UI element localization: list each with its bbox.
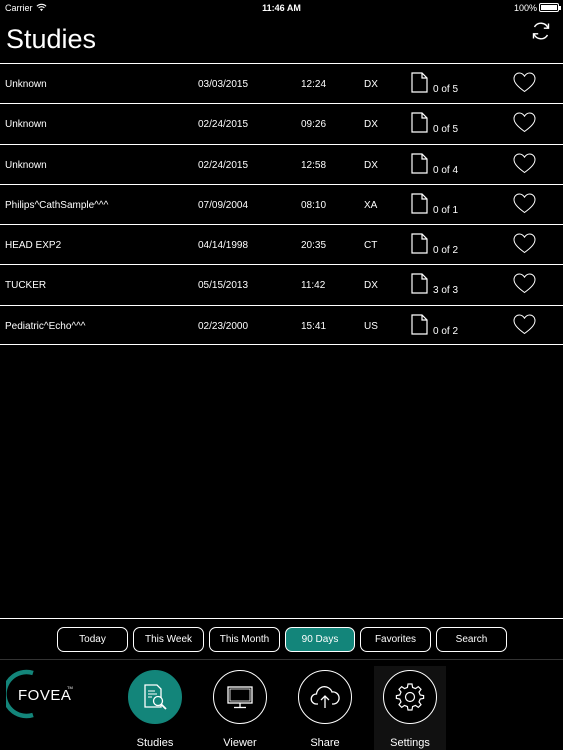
gear-icon (395, 683, 425, 711)
patient-name: Pediatric^Echo^^^ (5, 320, 86, 332)
logo-trademark: TM (67, 685, 73, 690)
tab-studies[interactable]: Studies (119, 666, 191, 750)
document-icon (411, 273, 428, 295)
document-icon (411, 152, 428, 174)
tab-share[interactable]: Share (289, 666, 361, 750)
refresh-icon[interactable] (529, 19, 553, 43)
fovea-logo: FOVEA TM (6, 669, 73, 719)
study-row[interactable]: TUCKER 05/15/2013 11:42 DX 3 of 3 (0, 264, 563, 304)
study-list: Unknown 03/03/2015 12:24 DX 0 of 5 Unkno… (0, 63, 563, 346)
status-time: 11:46 AM (262, 3, 301, 13)
tab-viewer[interactable]: Viewer (204, 666, 276, 750)
study-time: 12:58 (301, 159, 327, 171)
page-title: Studies (6, 24, 97, 54)
study-modality: US (364, 320, 378, 332)
study-modality: DX (364, 159, 378, 171)
viewer-tab-circle (213, 670, 267, 724)
filter-this-month-button[interactable]: This Month (209, 627, 280, 652)
logo-text: FOVEA (18, 687, 71, 704)
document-icon (411, 193, 428, 214)
favorite-heart-icon[interactable] (513, 72, 536, 93)
favorite-heart-icon[interactable] (513, 233, 536, 254)
studies-search-icon (144, 684, 167, 710)
study-time: 15:41 (301, 320, 327, 332)
document-icon (411, 233, 428, 254)
study-modality: XA (364, 199, 378, 211)
patient-name: HEAD EXP2 (5, 240, 62, 252)
filter-favorites-button[interactable]: Favorites (360, 627, 431, 652)
tab-viewer-label: Viewer (223, 737, 257, 749)
favorite-heart-icon[interactable] (513, 112, 536, 133)
monitor-icon (227, 686, 253, 709)
study-date: 05/15/2013 (198, 280, 249, 292)
favorite-heart-icon[interactable] (513, 314, 536, 335)
study-time: 09:26 (301, 119, 327, 131)
study-row[interactable]: Pediatric^Echo^^^ 02/23/2000 15:41 US 0 … (0, 304, 563, 346)
study-date: 04/14/1998 (198, 240, 249, 252)
study-modality: DX (364, 280, 378, 292)
study-date: 03/03/2015 (198, 79, 249, 90)
tab-settings[interactable]: Settings (374, 666, 446, 750)
filter-search-button[interactable]: Search (436, 627, 507, 652)
patient-name: TUCKER (5, 280, 47, 292)
document-icon (411, 314, 428, 335)
study-row[interactable]: Philips^CathSample^^^ 07/09/2004 08:10 X… (0, 183, 563, 224)
tab-studies-label: Studies (136, 737, 174, 749)
study-date: 02/24/2015 (198, 119, 249, 131)
image-count: 0 of 5 (433, 84, 459, 95)
image-count: 0 of 2 (433, 245, 459, 257)
study-date: 07/09/2004 (198, 199, 249, 211)
battery-icon (539, 3, 561, 12)
status-bar: Carrier 11:46 AM 100% (0, 0, 563, 16)
patient-name: Unknown (5, 119, 47, 131)
study-modality: DX (364, 119, 378, 131)
settings-tab-circle (383, 670, 437, 724)
study-row[interactable]: HEAD EXP2 04/14/1998 20:35 CT 0 of 2 (0, 224, 563, 264)
study-modality: CT (364, 240, 378, 252)
image-count: 3 of 3 (433, 285, 459, 297)
patient-name: Philips^CathSample^^^ (5, 199, 109, 211)
share-tab-circle (298, 670, 352, 724)
patient-name: Unknown (5, 159, 47, 171)
cloud-upload-icon (310, 686, 340, 708)
study-time: 11:42 (301, 280, 326, 292)
document-icon (411, 72, 428, 93)
tab-settings-label: Settings (390, 737, 430, 749)
study-date: 02/24/2015 (198, 159, 249, 171)
study-time: 12:24 (301, 79, 327, 90)
study-time: 08:10 (301, 199, 327, 211)
filter-this-week-button[interactable]: This Week (133, 627, 204, 652)
favorite-heart-icon[interactable] (513, 153, 536, 174)
image-count: 0 of 1 (433, 204, 459, 216)
document-icon (411, 112, 428, 133)
filter-today-button[interactable]: Today (57, 627, 128, 652)
study-modality: DX (364, 79, 378, 90)
date-filter-bar: Today This Week This Month 90 Days Favor… (0, 618, 563, 660)
favorite-heart-icon[interactable] (513, 273, 536, 294)
study-row[interactable]: Unknown 03/03/2015 12:24 DX 0 of 5 (0, 63, 563, 103)
patient-name: Unknown (5, 79, 47, 90)
image-count: 0 of 5 (433, 124, 459, 136)
image-count: 0 of 2 (433, 325, 459, 337)
battery-percent: 100% (513, 3, 537, 13)
study-row[interactable]: Unknown 02/24/2015 09:26 DX 0 of 5 (0, 103, 563, 143)
tab-bar: FOVEA TM Studies Viewer Share Settings (0, 661, 563, 750)
tab-share-label: Share (310, 737, 340, 749)
image-count: 0 of 4 (433, 164, 459, 176)
studies-tab-circle (128, 670, 182, 724)
filter-90-days-button[interactable]: 90 Days (285, 627, 355, 652)
favorite-heart-icon[interactable] (513, 193, 536, 214)
study-date: 02/23/2000 (198, 320, 249, 332)
study-row[interactable]: Unknown 02/24/2015 12:58 DX 0 of 4 (0, 143, 563, 184)
study-time: 20:35 (301, 240, 327, 252)
